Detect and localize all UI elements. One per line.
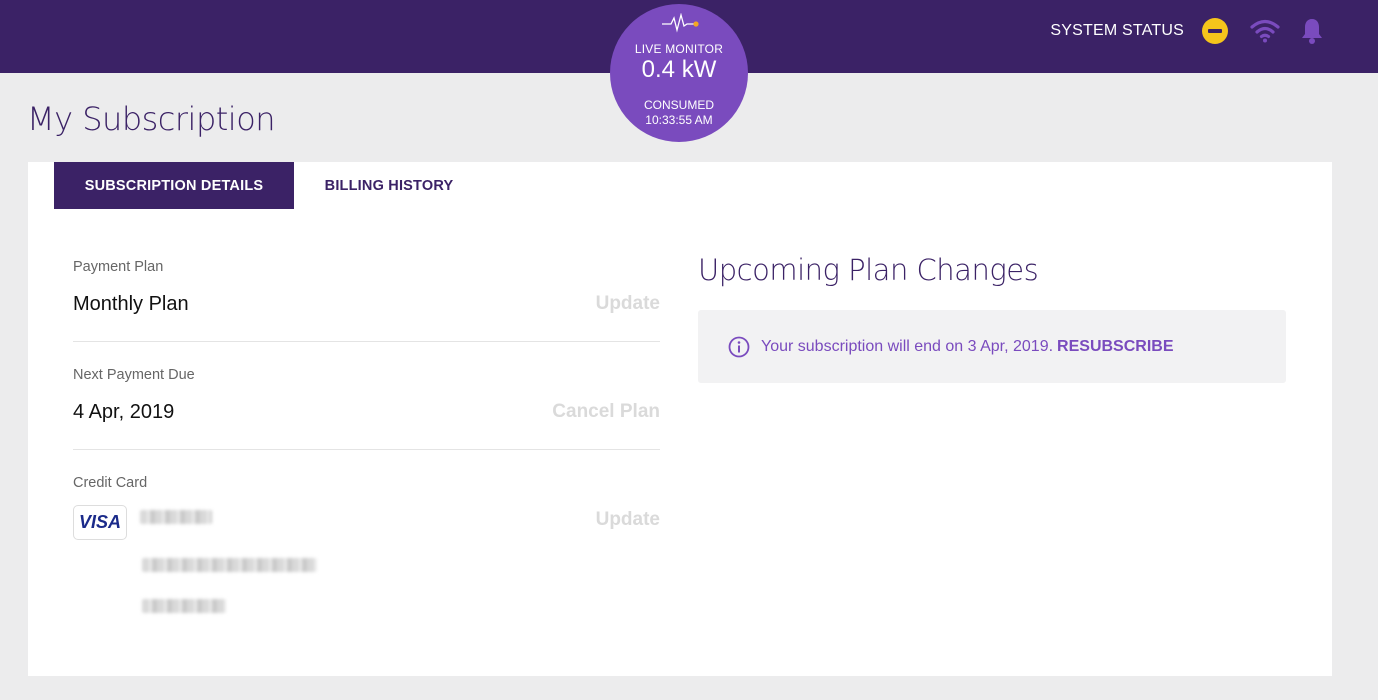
redacted-card-number (142, 558, 317, 572)
credit-card-section: Credit Card Update (73, 475, 660, 530)
redacted-card-name (140, 510, 212, 524)
pulse-icon (662, 13, 699, 33)
live-monitor-value: 0.4 kW (641, 56, 717, 83)
next-payment-value: 4 Apr, 2019 (73, 401, 175, 423)
redacted-card-expiry (142, 599, 226, 613)
consumed-label: CONSUMED (643, 98, 714, 112)
tab-billing-history[interactable]: BILLING HISTORY (314, 162, 464, 209)
credit-card-update-button[interactable]: Update (596, 509, 660, 531)
divider (73, 449, 660, 450)
consumed-time: 10:33:55 AM (645, 113, 713, 127)
page-title: My Subscription (27, 100, 276, 138)
live-monitor-label: LIVE MONITOR (634, 42, 724, 56)
payment-plan-update-button[interactable]: Update (596, 293, 660, 315)
info-icon (728, 336, 750, 357)
credit-card-label: Credit Card (73, 475, 148, 491)
upcoming-plan-changes-title: Upcoming Plan Changes (698, 253, 1039, 287)
notice-text: Your subscription will end on 3 Apr, 201… (761, 337, 1054, 355)
tab-subscription-details[interactable]: SUBSCRIPTION DETAILS (54, 162, 294, 209)
live-monitor-widget[interactable]: LIVE MONITOR 0.4 kW CONSUMED 10:33:55 AM (610, 4, 748, 142)
next-payment-label: Next Payment Due (73, 367, 195, 383)
divider (73, 341, 660, 342)
wifi-icon[interactable] (1250, 18, 1280, 44)
bell-icon[interactable] (1300, 17, 1324, 45)
system-status-label: SYSTEM STATUS (1050, 22, 1184, 39)
resubscribe-link[interactable]: RESUBSCRIBE (1057, 338, 1173, 356)
visa-logo: VISA (73, 505, 127, 540)
payment-plan-value: Monthly Plan (73, 293, 189, 315)
payment-plan-label: Payment Plan (73, 259, 164, 275)
cancel-plan-button[interactable]: Cancel Plan (552, 401, 660, 423)
status-warning-icon[interactable] (1202, 18, 1228, 44)
subscription-card: SUBSCRIPTION DETAILS BILLING HISTORY Pay… (28, 162, 1332, 676)
system-status-area: SYSTEM STATUS (1050, 16, 1324, 46)
payment-plan-section: Payment Plan Monthly Plan Update (73, 259, 660, 315)
subscription-notice: Your subscription will end on 3 Apr, 201… (698, 310, 1286, 383)
next-payment-section: Next Payment Due 4 Apr, 2019 Cancel Plan (73, 367, 660, 423)
